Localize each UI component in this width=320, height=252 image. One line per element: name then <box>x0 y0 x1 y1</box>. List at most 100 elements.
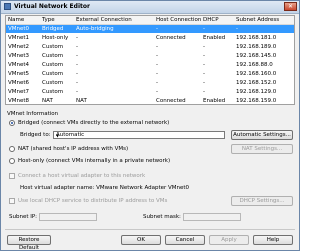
cell-dhcp: - <box>203 62 205 68</box>
vmnet-table: Name Type External Connection Host Conne… <box>5 15 295 105</box>
bridged-to-select[interactable]: Automatic ▼ <box>53 131 225 139</box>
cell-dhcp: - <box>203 26 205 32</box>
cell-dhcp: - <box>203 89 205 95</box>
column-header-host-connection[interactable]: Host Connection <box>156 17 201 23</box>
cell-external: - <box>76 80 78 86</box>
column-header-name[interactable]: Name <box>8 17 24 23</box>
cell-dhcp: Enabled <box>203 35 226 41</box>
cell-host: Connected <box>156 35 186 41</box>
cell-external: - <box>76 53 78 59</box>
cell-dhcp: - <box>203 53 205 59</box>
host-only-label[interactable]: Host-only (connect VMs internally in a p… <box>18 158 170 164</box>
title-bar[interactable]: Virtual Network Editor ✕ <box>1 1 299 14</box>
cell-dhcp: Enabled <box>203 98 226 104</box>
column-header-type[interactable]: Type <box>42 17 55 23</box>
table-row[interactable]: VMnet0 Bridged Auto-bridging - - - <box>6 25 294 33</box>
table-row[interactable]: VMnet4 Custom - - - 192.168.88.0 <box>6 61 294 69</box>
table-row[interactable]: VMnet1 Host-only - Connected Enabled 192… <box>6 34 294 42</box>
cell-host: - <box>156 80 158 86</box>
nat-radio[interactable] <box>9 146 15 152</box>
cancel-button[interactable]: Cancel <box>165 235 205 245</box>
dhcp-checkbox[interactable] <box>9 198 15 204</box>
cell-name: VMnet3 <box>8 53 30 59</box>
table-row[interactable]: VMnet5 Custom - - - 192.168.160.0 <box>6 70 294 78</box>
cell-subnet: 192.168.189.0 <box>236 44 277 50</box>
cell-host: - <box>156 89 158 95</box>
cell-name: VMnet0 <box>8 26 30 32</box>
cell-type: Custom <box>42 44 64 50</box>
table-header: Name Type External Connection Host Conne… <box>6 16 294 25</box>
cell-type: Host-only <box>42 35 69 41</box>
close-button[interactable]: ✕ <box>284 2 297 11</box>
table-row[interactable]: VMnet6 Custom - - - 192.168.152.0 <box>6 79 294 87</box>
cell-dhcp: - <box>203 71 205 77</box>
cell-name: VMnet1 <box>8 35 30 41</box>
subnet-mask-label: Subnet mask: <box>143 214 181 220</box>
chevron-down-icon: ▼ <box>56 133 60 138</box>
divider <box>5 229 295 230</box>
cell-type: Bridged <box>42 26 64 32</box>
cell-subnet: - <box>236 26 238 32</box>
cell-type: Custom <box>42 80 64 86</box>
cell-subnet: 192.168.181.0 <box>236 35 277 41</box>
cell-subnet: 192.168.159.0 <box>236 98 277 104</box>
cell-host: - <box>156 26 158 32</box>
nat-settings-button[interactable]: NAT Settings... <box>231 144 293 154</box>
cell-external: - <box>76 44 78 50</box>
cell-type: Custom <box>42 89 64 95</box>
bridged-radio[interactable] <box>9 120 15 126</box>
cell-subnet: 192.168.152.0 <box>236 80 277 86</box>
cell-external: - <box>76 71 78 77</box>
host-only-radio[interactable] <box>9 158 15 164</box>
cell-subnet: 192.168.160.0 <box>236 71 277 77</box>
cell-host: Connected <box>156 98 186 104</box>
cell-name: VMnet8 <box>8 98 30 104</box>
subnet-ip-field[interactable] <box>39 213 97 221</box>
column-header-dhcp[interactable]: DHCP <box>203 17 219 23</box>
cell-type: Custom <box>42 53 64 59</box>
connect-adapter-checkbox[interactable] <box>9 173 15 179</box>
bridged-label[interactable]: Bridged (connect VMs directly to the ext… <box>18 120 169 126</box>
column-header-external-connection[interactable]: External Connection <box>76 17 132 23</box>
table-row[interactable]: VMnet3 Custom - - - 192.168.145.0 <box>6 52 294 60</box>
cell-subnet: 192.168.145.0 <box>236 53 277 59</box>
cell-host: - <box>156 71 158 77</box>
help-button[interactable]: Help <box>253 235 293 245</box>
dhcp-label[interactable]: Use local DHCP service to distribute IP … <box>18 198 167 204</box>
bridged-to-label: Bridged to: <box>20 132 51 138</box>
cell-name: VMnet5 <box>8 71 30 77</box>
cell-name: VMnet7 <box>8 89 30 95</box>
cell-type: Custom <box>42 71 64 77</box>
subnet-mask-field[interactable] <box>183 213 241 221</box>
table-row[interactable]: VMnet8 NAT NAT Connected Enabled 192.168… <box>6 97 294 104</box>
cell-dhcp: - <box>203 80 205 86</box>
virtual-network-editor-window: Virtual Network Editor ✕ Name Type Exter… <box>0 0 300 251</box>
host-adapter-name-label: Host virtual adapter name: VMware Networ… <box>20 185 190 191</box>
column-header-subnet-address[interactable]: Subnet Address <box>236 17 279 23</box>
cell-external: - <box>76 35 78 41</box>
table-row[interactable]: VMnet7 Custom - - - 192.168.129.0 <box>6 88 294 96</box>
cell-external: - <box>76 62 78 68</box>
cell-subnet: 192.168.88.0 <box>236 62 273 68</box>
table-row[interactable]: VMnet2 Custom - - - 192.168.189.0 <box>6 43 294 51</box>
cell-name: VMnet6 <box>8 80 30 86</box>
network-app-icon <box>4 3 11 10</box>
cell-name: VMnet4 <box>8 62 30 68</box>
apply-button[interactable]: Apply <box>209 235 249 245</box>
automatic-settings-button[interactable]: Automatic Settings... <box>231 130 293 140</box>
ok-button[interactable]: OK <box>121 235 161 245</box>
restore-default-button[interactable]: Restore Default <box>7 235 51 251</box>
subnet-ip-label: Subnet IP: <box>9 214 38 220</box>
window-title: Virtual Network Editor <box>14 3 90 10</box>
cell-type: Custom <box>42 62 64 68</box>
connect-adapter-label[interactable]: Connect a host virtual adapter to this n… <box>18 173 145 179</box>
nat-label[interactable]: NAT (shared host's IP address with VMs) <box>18 146 128 152</box>
dhcp-settings-button[interactable]: DHCP Settings... <box>231 196 293 206</box>
cell-external: NAT <box>76 98 87 104</box>
cell-host: - <box>156 62 158 68</box>
cell-external: Auto-bridging <box>76 26 114 32</box>
cell-subnet: 192.168.129.0 <box>236 89 277 95</box>
cell-type: NAT <box>42 98 53 104</box>
cell-external: - <box>76 89 78 95</box>
cell-name: VMnet2 <box>8 44 30 50</box>
